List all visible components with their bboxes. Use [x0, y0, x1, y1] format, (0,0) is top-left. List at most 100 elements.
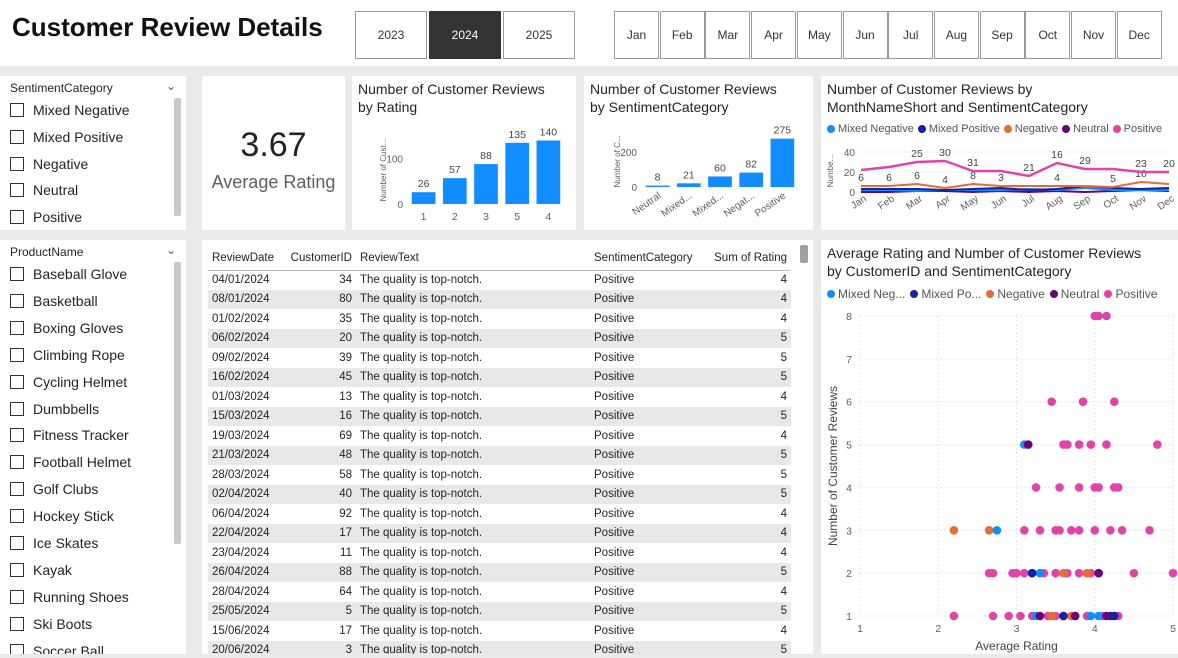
table-row[interactable]: 15/03/2024 16 The quality is top-notch. Pos… — [208, 406, 791, 426]
checkbox-icon[interactable] — [10, 482, 24, 497]
checkbox-icon[interactable] — [10, 374, 24, 389]
x-tick-label: Aug — [1044, 193, 1065, 212]
month-button-jul[interactable]: Jul — [888, 11, 934, 59]
checkbox-icon[interactable] — [10, 347, 24, 362]
checkbox-icon[interactable] — [10, 183, 24, 198]
table-row[interactable]: 01/02/2024 35 The quality is top-notch. Pos… — [208, 309, 791, 329]
table-row[interactable]: 28/03/2024 58 The quality is top-notch. Pos… — [208, 465, 791, 485]
sentiment-slicer-scrollbar[interactable] — [174, 98, 181, 216]
month-button-jun[interactable]: Jun — [842, 11, 888, 59]
scatter-point — [1117, 525, 1127, 535]
table-scrollbar[interactable] — [800, 245, 808, 263]
checkbox-icon[interactable] — [10, 293, 24, 308]
checkbox-icon[interactable] — [10, 210, 24, 225]
column-header[interactable]: CustomerID — [282, 246, 356, 271]
table-row[interactable]: 04/01/2024 34 The quality is top-notch. Pos… — [208, 270, 791, 290]
product-slicer-item[interactable]: Golf Clubs — [10, 481, 98, 497]
table-row[interactable]: 19/03/2024 69 The quality is top-notch. Pos… — [208, 426, 791, 446]
year-button-2023[interactable]: 2023 — [355, 11, 427, 59]
year-button-2024[interactable]: 2024 — [429, 11, 501, 59]
y-tick-label: 20 — [844, 168, 856, 179]
table-row[interactable]: 22/04/2024 17 The quality is top-notch. Pos… — [208, 523, 791, 543]
product-slicer-item[interactable]: Hockey Stick — [10, 508, 114, 524]
scatter-point — [1055, 483, 1064, 492]
column-header[interactable]: ReviewText — [356, 246, 590, 271]
product-slicer-title: ProductName — [10, 245, 84, 259]
scatter-point — [1086, 440, 1096, 449]
table-row[interactable]: 23/04/2024 11 The quality is top-notch. Pos… — [208, 543, 791, 563]
table-row[interactable]: 09/02/2024 39 The quality is top-notch. Pos… — [208, 348, 791, 368]
product-slicer-item[interactable]: Ice Skates — [10, 535, 98, 551]
checkbox-icon[interactable] — [10, 455, 24, 470]
product-slicer-item[interactable]: Football Helmet — [10, 454, 131, 470]
product-slicer-item[interactable]: Cycling Helmet — [10, 374, 127, 390]
bar — [442, 178, 467, 204]
month-button-jan[interactable]: Jan — [614, 11, 659, 59]
checkbox-icon[interactable] — [10, 129, 24, 144]
product-slicer-item[interactable]: Soccer Ball — [10, 643, 104, 654]
x-tick-label: Apr — [934, 193, 954, 211]
month-button-mar[interactable]: Mar — [705, 11, 751, 59]
product-slicer-item[interactable]: Ski Boots — [10, 616, 92, 632]
table-row[interactable]: 02/04/2024 40 The quality is top-notch. Pos… — [208, 484, 791, 504]
sentiment-slicer-item[interactable]: Positive — [10, 209, 82, 225]
chevron-down-icon[interactable]: ⌄ — [166, 243, 176, 257]
month-button-feb[interactable]: Feb — [659, 11, 705, 59]
checkbox-icon[interactable] — [10, 643, 24, 654]
checkbox-icon[interactable] — [10, 267, 24, 281]
table-cell: 02/04/2024 — [208, 484, 282, 504]
table-row[interactable]: 25/05/2024 5 The quality is top-notch. Posi… — [208, 601, 791, 621]
table-row[interactable]: 28/04/2024 64 The quality is top-notch. Pos… — [208, 582, 791, 602]
product-slicer-item[interactable]: Climbing Rope — [10, 347, 125, 363]
scatter-point — [1035, 568, 1045, 578]
sentiment-slicer-item[interactable]: Mixed Negative — [10, 102, 130, 118]
checkbox-icon[interactable] — [10, 616, 24, 631]
product-slicer-item[interactable]: Kayak — [10, 562, 72, 578]
checkbox-icon[interactable] — [10, 589, 24, 604]
year-button-2025[interactable]: 2025 — [503, 11, 575, 59]
y-tick-label: 0 — [631, 183, 637, 194]
month-button-nov[interactable]: Nov — [1071, 11, 1116, 59]
product-slicer-item[interactable]: Boxing Gloves — [10, 320, 123, 336]
month-button-sep[interactable]: Sep — [979, 11, 1025, 59]
table-row[interactable]: 06/04/2024 92 The quality is top-notch. Pos… — [208, 504, 791, 524]
checkbox-icon[interactable] — [10, 103, 24, 117]
product-slicer-scrollbar[interactable] — [174, 262, 181, 544]
month-button-oct[interactable]: Oct — [1025, 11, 1071, 59]
checkbox-icon[interactable] — [10, 428, 24, 443]
table-row[interactable]: 01/03/2024 13 The quality is top-notch. Pos… — [208, 387, 791, 407]
column-header[interactable]: Sum of Rating — [705, 246, 791, 271]
table-cell: Positive — [590, 406, 705, 426]
checkbox-icon[interactable] — [10, 536, 24, 550]
checkbox-icon[interactable] — [10, 320, 24, 335]
column-header[interactable]: ReviewDate — [208, 246, 282, 271]
sentiment-slicer-item[interactable]: Mixed Positive — [10, 129, 123, 145]
table-row[interactable]: 06/02/2024 20 The quality is top-notch. Pos… — [208, 328, 791, 348]
product-slicer-item[interactable]: Running Shoes — [10, 589, 129, 605]
column-header[interactable]: SentimentCategory — [590, 246, 705, 271]
table-row[interactable]: 16/02/2024 45 The quality is top-notch. Pos… — [208, 367, 791, 387]
table-row[interactable]: 15/06/2024 17 The quality is top-notch. Pos… — [208, 621, 791, 641]
product-slicer-item[interactable]: Baseball Glove — [10, 266, 127, 282]
product-slicer-item[interactable]: Basketball — [10, 293, 98, 309]
month-button-may[interactable]: May — [796, 11, 842, 59]
scatter-point — [1016, 611, 1025, 621]
month-button-apr[interactable]: Apr — [751, 11, 797, 59]
table-row[interactable]: 20/06/2024 3 The quality is top-notch. Posi… — [208, 640, 791, 654]
chevron-down-icon[interactable]: ⌄ — [166, 79, 176, 93]
product-slicer-item[interactable]: Fitness Tracker — [10, 427, 129, 443]
month-button-aug[interactable]: Aug — [933, 11, 979, 59]
checkbox-icon[interactable] — [10, 401, 24, 416]
table-row[interactable]: 26/04/2024 88 The quality is top-notch. Pos… — [208, 562, 791, 582]
table-cell: 17 — [339, 624, 352, 637]
product-slicer-item[interactable]: Dumbbells — [10, 401, 99, 417]
month-button-dec[interactable]: Dec — [1116, 11, 1162, 59]
sentiment-slicer-item[interactable]: Neutral — [10, 182, 78, 198]
table-row[interactable]: 21/03/2024 48 The quality is top-notch. Pos… — [208, 445, 791, 465]
table-row[interactable]: 08/01/2024 80 The quality is top-notch. Pos… — [208, 289, 791, 309]
table-cell: 19/03/2024 — [212, 429, 270, 442]
sentiment-slicer-item[interactable]: Negative — [10, 156, 88, 172]
checkbox-icon[interactable] — [10, 156, 24, 171]
checkbox-icon[interactable] — [10, 562, 24, 577]
checkbox-icon[interactable] — [10, 509, 24, 524]
